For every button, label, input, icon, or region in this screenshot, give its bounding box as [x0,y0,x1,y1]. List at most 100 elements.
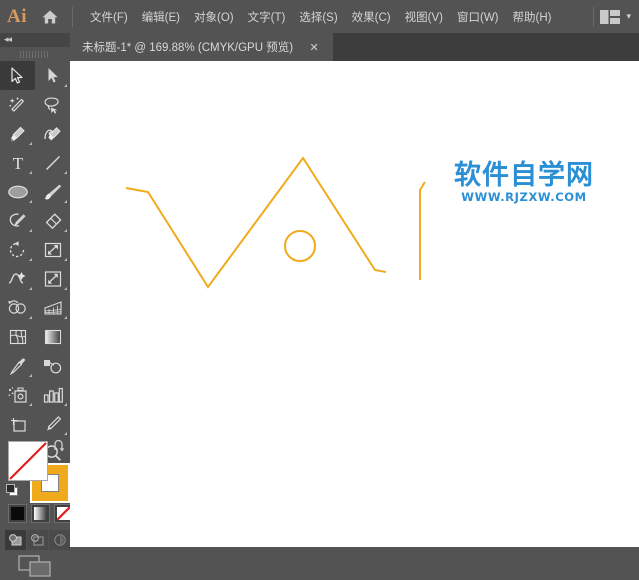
shape-builder-tool[interactable] [0,293,35,322]
symbol-sprayer-tool[interactable] [0,380,35,409]
tool-group-indicator [29,287,32,290]
blend-tool[interactable] [35,351,70,380]
line-segment-tool[interactable] [35,148,70,177]
perspective-grid-tool[interactable] [35,293,70,322]
direct-selection-tool[interactable] [35,61,70,90]
svg-text:T: T [12,154,23,172]
tool-row [0,380,70,409]
pen-tool[interactable] [0,119,35,148]
artboard-tool[interactable] [0,409,35,438]
width-tool[interactable] [0,264,35,293]
draw-inside-button[interactable] [49,530,70,550]
tool-row: T [0,148,70,177]
watermark: 软件自学网 WWW.RJZXW.COM [444,162,604,204]
tool-group-indicator [64,403,67,406]
tool-row [0,119,70,148]
color-mode-button[interactable] [8,504,27,523]
column-graph-tool[interactable] [35,380,70,409]
tool-group-indicator [64,229,67,232]
lasso-tool[interactable] [35,90,70,119]
slice-tool[interactable] [35,409,70,438]
paint-mode-row [8,504,73,523]
tool-row [0,351,70,380]
tool-group-indicator [64,287,67,290]
type-tool[interactable]: T [0,148,35,177]
tool-group-indicator [64,432,67,435]
draw-normal-button[interactable] [5,530,26,550]
draw-behind-button[interactable] [27,530,48,550]
menu-items: 文件(F) 编辑(E) 对象(O) 文字(T) 选择(S) 效果(C) 视图(V… [83,0,558,33]
drag-grip-handle[interactable] [0,47,70,61]
scale-tool[interactable] [35,235,70,264]
menu-object[interactable]: 对象(O) [187,0,241,33]
eraser-tool[interactable] [35,206,70,235]
document-canvas[interactable]: 软件自学网 WWW.RJZXW.COM [70,61,639,547]
menu-file[interactable]: 文件(F) [83,0,135,33]
menu-view[interactable]: 视图(V) [398,0,450,33]
curvature-tool[interactable] [35,119,70,148]
magic-wand-tool[interactable] [0,90,35,119]
chevron-down-icon[interactable]: ▾ [626,12,631,21]
none-mode-swatch [57,507,70,520]
tool-row [0,90,70,119]
menu-effect[interactable]: 效果(C) [345,0,398,33]
document-tab[interactable]: 未标题-1* @ 169.88% (CMYK/GPU 预览) ✕ [70,33,333,61]
app-logo: Ai [7,5,27,27]
tool-group-indicator [29,258,32,261]
color-mode-swatch [11,507,24,520]
tool-group-indicator [29,200,32,203]
tool-group-indicator [64,84,67,87]
tool-row [0,61,70,90]
ellipse-tool[interactable] [0,177,35,206]
tool-group-indicator [64,316,67,319]
menubar-right-controls: ▾ [587,0,639,33]
workspace-layout-icon[interactable] [600,9,621,24]
color-controls [0,438,73,580]
selection-tool[interactable] [0,61,35,90]
menu-select[interactable]: 选择(S) [292,0,344,33]
tools-panel-header[interactable]: ◂◂ [0,33,70,47]
document-tab-label: 未标题-1* @ 169.88% (CMYK/GPU 预览) [82,42,294,54]
menu-edit[interactable]: 编辑(E) [135,0,187,33]
swap-fill-stroke-icon[interactable] [52,439,66,458]
home-icon[interactable] [34,0,66,33]
fill-swatch[interactable] [8,441,48,481]
double-chevron-left-icon[interactable]: ◂◂ [4,34,12,45]
gradient-mode-button[interactable] [31,504,50,523]
illustrator-window: Ai 文件(F) 编辑(E) 对象(O) 文字(T) 选择(S) 效果(C) 视… [0,0,639,577]
paintbrush-tool[interactable] [35,177,70,206]
menubar-divider [72,6,73,27]
document-tab-bar: 未标题-1* @ 169.88% (CMYK/GPU 预览) ✕ [70,33,639,61]
tool-group-indicator [64,171,67,174]
menu-bar: Ai 文件(F) 编辑(E) 对象(O) 文字(T) 选择(S) 效果(C) 视… [0,0,639,33]
menu-window[interactable]: 窗口(W) [450,0,506,33]
eyedropper-tool[interactable] [0,351,35,380]
default-fill-stroke-icon[interactable] [6,484,20,498]
gradient-mode-swatch [34,507,47,520]
menubar-right-divider [593,6,595,27]
rotate-tool[interactable] [0,235,35,264]
tool-group-indicator [64,200,67,203]
tool-row [0,206,70,235]
tool-group-indicator [29,142,32,145]
tool-group-indicator [64,258,67,261]
tool-row [0,177,70,206]
zigzag-path[interactable] [125,156,387,289]
tool-row [0,322,70,351]
grip-dots [20,50,50,58]
vertical-line-path[interactable] [419,181,426,280]
tool-group-indicator [29,403,32,406]
shaper-tool[interactable] [0,206,35,235]
change-screen-mode-button[interactable] [0,554,70,578]
menu-type[interactable]: 文字(T) [241,0,293,33]
menu-help[interactable]: 帮助(H) [506,0,559,33]
tool-row [0,264,70,293]
artwork-layer [125,156,426,289]
close-icon[interactable]: ✕ [307,33,321,61]
watermark-title: 软件自学网 [454,160,594,191]
circle-shape[interactable] [284,230,316,262]
mesh-tool[interactable] [0,322,35,351]
free-transform-tool[interactable] [35,264,70,293]
gradient-tool[interactable] [35,322,70,351]
tool-row [0,293,70,322]
